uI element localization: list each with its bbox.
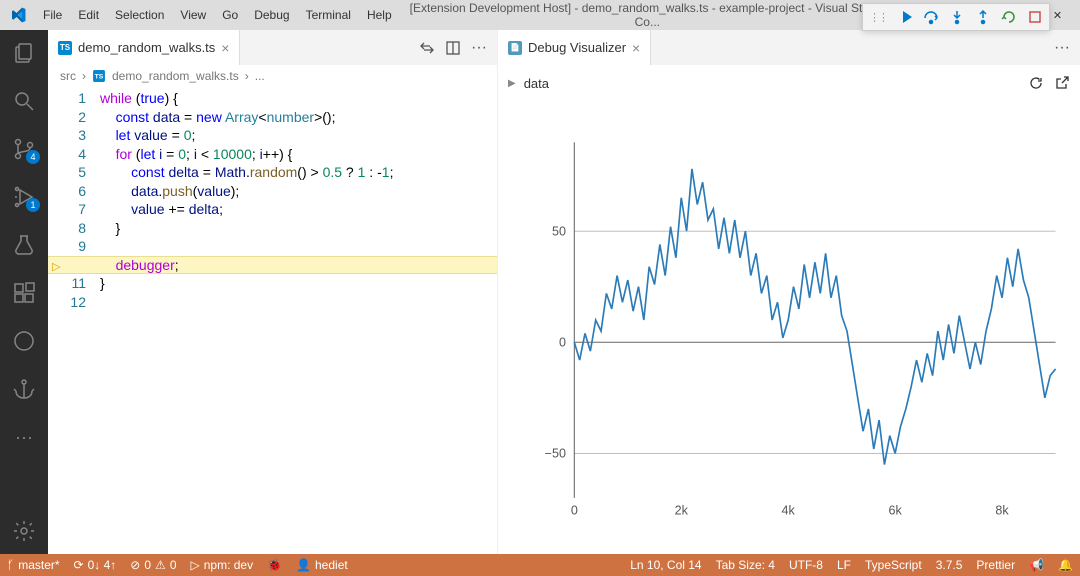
branch-status[interactable]: ᚶ master* xyxy=(0,554,67,576)
svg-text:4k: 4k xyxy=(782,504,796,518)
editor-tab-bar: TS demo_random_walks.ts × ··· xyxy=(48,30,497,65)
watch-expression-row: ▶ data xyxy=(508,69,1070,97)
vscode-logo-icon xyxy=(0,7,35,23)
breadcrumb[interactable]: src › TS demo_random_walks.ts › ... xyxy=(48,65,497,87)
debug-target[interactable]: 🐞 xyxy=(260,554,289,576)
cursor-position[interactable]: Ln 10, Col 14 xyxy=(623,554,708,576)
sync-status[interactable]: ⟳ 0↓ 4↑ xyxy=(67,554,124,576)
menu-view[interactable]: View xyxy=(172,8,214,22)
menu-help[interactable]: Help xyxy=(359,8,400,22)
extensions-icon[interactable] xyxy=(0,276,48,310)
svg-text:50: 50 xyxy=(552,224,566,238)
refresh-icon[interactable] xyxy=(1028,75,1044,91)
testing-icon[interactable] xyxy=(0,228,48,262)
main-menu: FileEditSelectionViewGoDebugTerminalHelp xyxy=(35,8,400,22)
split-editor-icon[interactable] xyxy=(445,40,461,56)
prettier-status[interactable]: Prettier xyxy=(969,554,1022,576)
bell-icon[interactable]: 🔔 xyxy=(1051,554,1080,576)
menu-file[interactable]: File xyxy=(35,8,70,22)
breadcrumb-folder[interactable]: src xyxy=(60,69,76,83)
circle-icon[interactable] xyxy=(0,324,48,358)
debug-badge: 1 xyxy=(26,198,40,212)
search-icon[interactable] xyxy=(0,84,48,118)
encoding[interactable]: UTF-8 xyxy=(782,554,830,576)
debug-icon[interactable]: 1 xyxy=(0,180,48,214)
menu-terminal[interactable]: Terminal xyxy=(298,8,359,22)
close-tab-icon[interactable]: × xyxy=(632,40,640,56)
menu-go[interactable]: Go xyxy=(214,8,246,22)
feedback-icon[interactable]: 📢 xyxy=(1022,554,1051,576)
typescript-file-icon: TS xyxy=(93,70,105,82)
problems-status[interactable]: ⊘ 0 ⚠ 0 xyxy=(123,554,183,576)
page-icon: 📄 xyxy=(508,41,522,55)
svg-text:8k: 8k xyxy=(995,504,1009,518)
status-bar: ᚶ master* ⟳ 0↓ 4↑ ⊘ 0 ⚠ 0 ▷ npm: dev 🐞 👤… xyxy=(0,554,1080,576)
breadcrumb-file[interactable]: demo_random_walks.ts xyxy=(112,69,239,83)
svg-text:−50: −50 xyxy=(545,447,566,461)
more-icon[interactable]: ··· xyxy=(0,420,48,454)
settings-gear-icon[interactable] xyxy=(0,514,48,548)
scm-badge: 4 xyxy=(26,150,40,164)
code-editor[interactable]: 123456789101112 while (true) { const dat… xyxy=(48,87,497,554)
visualizer-tab[interactable]: 📄 Debug Visualizer × xyxy=(498,30,651,65)
eol[interactable]: LF xyxy=(830,554,858,576)
breadcrumb-more[interactable]: ... xyxy=(255,69,265,83)
user-status[interactable]: 👤 hediet xyxy=(289,554,355,576)
editor-tab-label: demo_random_walks.ts xyxy=(78,40,215,55)
explorer-icon[interactable] xyxy=(0,36,48,70)
editor-tab[interactable]: TS demo_random_walks.ts × xyxy=(48,30,240,65)
svg-text:2k: 2k xyxy=(675,504,689,518)
menu-edit[interactable]: Edit xyxy=(70,8,107,22)
svg-text:0: 0 xyxy=(571,504,578,518)
compare-icon[interactable] xyxy=(419,40,435,56)
close-tab-icon[interactable]: × xyxy=(221,40,229,56)
more-actions-icon[interactable]: ··· xyxy=(471,39,487,57)
popout-icon[interactable] xyxy=(1054,75,1070,91)
svg-text:6k: 6k xyxy=(888,504,902,518)
npm-status[interactable]: ▷ npm: dev xyxy=(184,554,261,576)
visualizer-tab-label: Debug Visualizer xyxy=(528,40,626,55)
language-mode[interactable]: TypeScript xyxy=(858,554,929,576)
menu-selection[interactable]: Selection xyxy=(107,8,172,22)
debug-toolbar[interactable]: ⋮⋮ xyxy=(862,30,1050,31)
svg-text:0: 0 xyxy=(559,335,566,349)
menu-debug[interactable]: Debug xyxy=(246,8,297,22)
watch-expression[interactable]: data xyxy=(524,76,1020,91)
ts-version[interactable]: 3.7.5 xyxy=(929,554,970,576)
visualizer-tab-bar: 📄 Debug Visualizer × ··· xyxy=(498,30,1080,65)
source-control-icon[interactable]: 4 xyxy=(0,132,48,166)
chart-area: −50 0 50 0 2k 4k 6k 8k xyxy=(522,115,1066,546)
tab-size[interactable]: Tab Size: 4 xyxy=(709,554,782,576)
activity-bar: 4 1 ··· xyxy=(0,30,48,554)
anchor-icon[interactable] xyxy=(0,372,48,406)
expand-triangle-icon[interactable]: ▶ xyxy=(508,78,516,89)
typescript-file-icon: TS xyxy=(58,41,72,55)
more-actions-icon[interactable]: ··· xyxy=(1054,39,1070,57)
